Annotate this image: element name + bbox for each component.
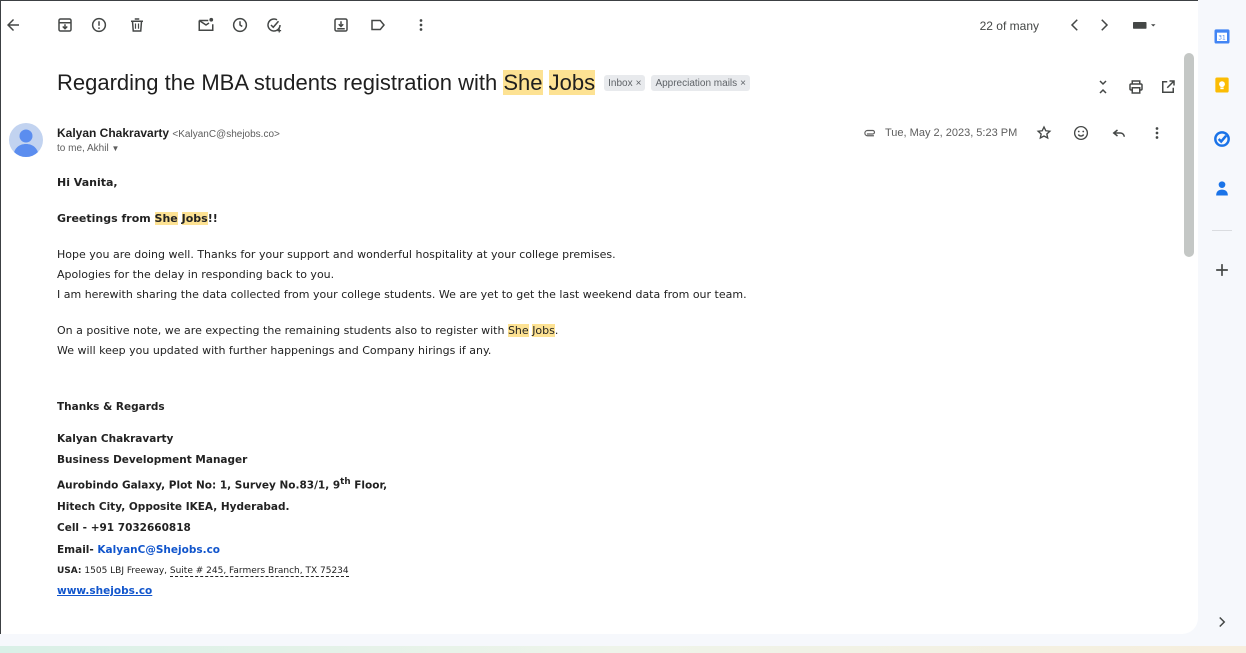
label-chip-text: Inbox: [608, 77, 633, 89]
delete-icon[interactable]: [125, 13, 149, 37]
website-link[interactable]: www.shejobs.co: [57, 585, 152, 597]
subject-row: Regarding the MBA students registration …: [57, 63, 750, 103]
label-chip-inbox[interactable]: Inbox ×: [604, 75, 646, 91]
brand-highlight: Jobs: [532, 324, 555, 337]
subject-highlight: Jobs: [548, 70, 596, 95]
email-body: Hi Vanita, Greetings from She Jobs!! Hop…: [57, 173, 1157, 603]
brand-highlight: Jobs: [181, 212, 208, 225]
body-text: .: [554, 324, 559, 337]
toolbar: 22 of many: [1, 9, 1198, 41]
signature: Thanks & Regards Kalyan Chakravarty Busi…: [57, 397, 1157, 603]
message-counter: 22 of many: [979, 19, 1039, 33]
label-chip-text: Appreciation mails: [655, 77, 738, 89]
input-tools-icon[interactable]: [1125, 13, 1165, 37]
usa-label: USA:: [57, 566, 82, 576]
emoji-reaction-icon[interactable]: [1069, 121, 1093, 145]
more-vertical-icon[interactable]: [409, 13, 433, 37]
brand-highlight: She: [154, 212, 178, 225]
back-arrow-icon[interactable]: [1, 13, 25, 37]
sender-avatar[interactable]: [9, 123, 43, 157]
body-line: We will keep you updated with further ha…: [57, 344, 492, 357]
side-panel: 31: [1198, 0, 1246, 653]
email-view: 22 of many Regarding the MBA students re…: [0, 0, 1198, 634]
body-line: I am herewith sharing the data collected…: [57, 288, 747, 301]
scrollbar-thumb[interactable]: [1184, 53, 1194, 257]
subject-highlight: She: [503, 70, 543, 95]
reply-icon[interactable]: [1107, 121, 1131, 145]
attachment-icon: [863, 127, 879, 144]
label-remove-icon[interactable]: ×: [740, 78, 746, 89]
print-icon[interactable]: [1124, 75, 1148, 99]
snooze-icon[interactable]: [228, 13, 252, 37]
label-icon[interactable]: [366, 13, 390, 37]
body-line: Hope you are doing well. Thanks for your…: [57, 248, 616, 261]
older-chevron-icon[interactable]: [1092, 13, 1116, 37]
contacts-icon[interactable]: [1210, 176, 1234, 200]
label-chip-appreciation[interactable]: Appreciation mails ×: [651, 75, 750, 91]
keep-icon[interactable]: [1210, 73, 1234, 97]
sender-name[interactable]: Kalyan Chakravarty: [57, 126, 169, 140]
tasks-icon[interactable]: [1210, 127, 1234, 151]
signature-address: Hitech City, Opposite IKEA, Hyderabad.: [57, 500, 290, 513]
address-text: Aurobindo Galaxy, Plot No: 1, Survey No.…: [57, 479, 341, 491]
add-apps-icon[interactable]: [1210, 258, 1234, 282]
calendar-icon[interactable]: 31: [1210, 24, 1234, 48]
collapse-all-icon[interactable]: [1091, 75, 1115, 99]
signature-address: Aurobindo Galaxy, Plot No: 1, Survey No.…: [57, 472, 1157, 497]
recipients-dropdown-icon[interactable]: ▼: [111, 144, 119, 153]
brand-highlight: She: [507, 324, 529, 337]
signature-title: Business Development Manager: [57, 454, 248, 466]
move-to-icon[interactable]: [329, 13, 353, 37]
recipients[interactable]: to me, Akhil ▼: [57, 143, 119, 154]
signature-email-link[interactable]: KalyanC@Shejobs.co: [97, 544, 220, 556]
sender-line: Kalyan Chakravarty <KalyanC@shejobs.co>: [57, 126, 280, 140]
email-subject: Regarding the MBA students registration …: [57, 70, 596, 96]
mark-unread-icon[interactable]: [194, 13, 218, 37]
open-new-window-icon[interactable]: [1156, 75, 1180, 99]
add-to-tasks-icon[interactable]: [262, 13, 286, 37]
signature-website-line: www.shejobs.co: [57, 581, 1157, 603]
archive-icon[interactable]: [53, 13, 77, 37]
body-text: On a positive note, we are expecting the…: [57, 324, 508, 337]
star-icon[interactable]: [1032, 121, 1056, 145]
signature-regards: Thanks & Regards: [57, 401, 165, 413]
side-panel-divider: [1212, 230, 1232, 231]
signature-email: Email- KalyanC@Shejobs.co: [57, 540, 1157, 562]
show-side-panel-chevron-icon[interactable]: [1210, 610, 1234, 634]
label-remove-icon[interactable]: ×: [636, 78, 642, 89]
address-superscript: th: [340, 476, 351, 487]
greetings-text: !!: [207, 212, 218, 225]
sender-email: <KalyanC@shejobs.co>: [172, 129, 280, 140]
bottom-strip: [0, 646, 1246, 653]
signature-name: Kalyan Chakravarty: [57, 432, 174, 445]
svg-text:31: 31: [1218, 35, 1226, 41]
body-line: Apologies for the delay in responding ba…: [57, 268, 335, 281]
usa-text: 1505 LBJ Freeway,: [81, 566, 170, 576]
greeting: Hi Vanita,: [57, 176, 118, 189]
signature-cell: Cell - +91 7032660818: [57, 522, 191, 534]
email-date: Tue, May 2, 2023, 5:23 PM: [885, 127, 1018, 139]
greetings-text: Greetings from: [57, 212, 155, 225]
greetings-line: Greetings from She Jobs!!: [57, 209, 1157, 229]
report-spam-icon[interactable]: [87, 13, 111, 37]
signature-usa-address: USA: 1505 LBJ Freeway, Suite # 245, Farm…: [57, 561, 1157, 581]
recipients-text: to me, Akhil: [57, 143, 109, 154]
address-text: Floor,: [350, 479, 388, 491]
subject-text: Regarding the MBA students registration …: [57, 70, 504, 95]
usa-address-link[interactable]: Suite # 245, Farmers Branch, TX 75234: [169, 566, 349, 577]
message-more-icon[interactable]: [1145, 121, 1169, 145]
email-label: Email-: [57, 543, 98, 556]
body-line: On a positive note, we are expecting the…: [57, 321, 1157, 341]
newer-chevron-icon[interactable]: [1063, 13, 1087, 37]
